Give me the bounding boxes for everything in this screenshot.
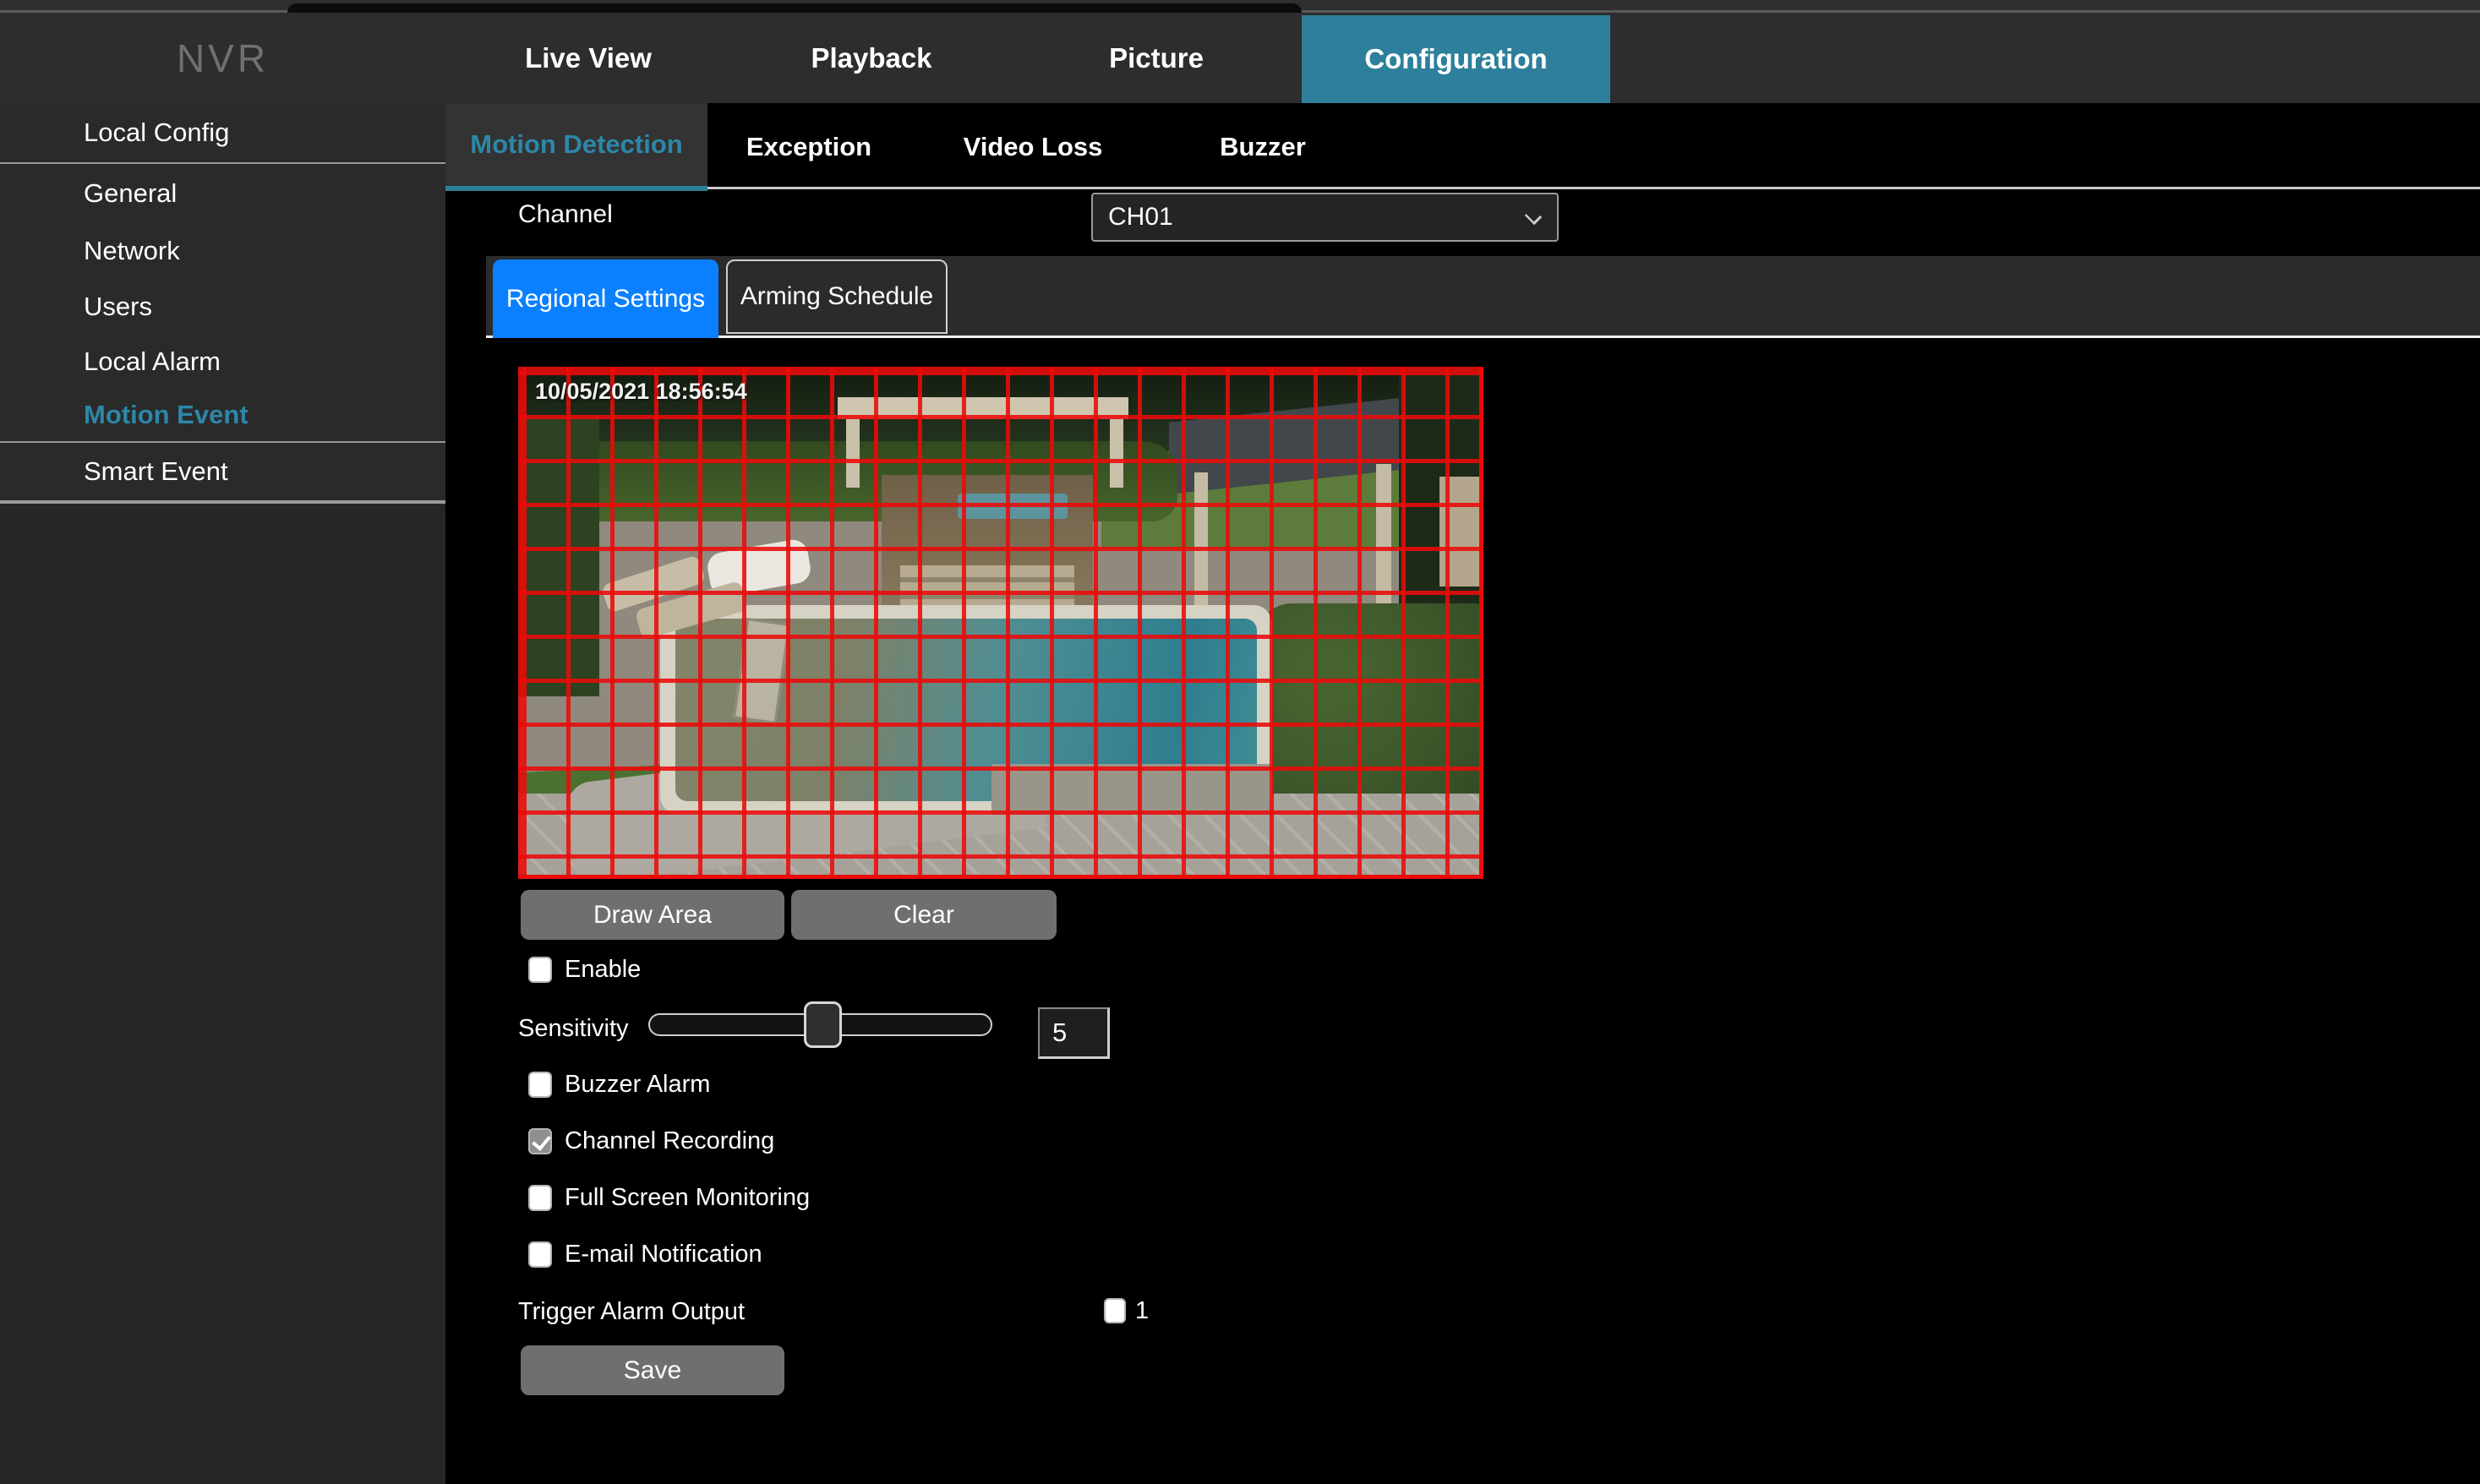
nvr-logo: NVR: [0, 13, 445, 103]
tab-video-loss[interactable]: Video Loss: [910, 103, 1155, 191]
save-button[interactable]: Save: [521, 1345, 784, 1395]
full-screen-monitoring-checkbox[interactable]: [528, 1185, 552, 1211]
trigger-output-1-label: 1: [1135, 1297, 1149, 1325]
sidebar-item-local-alarm[interactable]: Local Alarm: [0, 335, 445, 389]
sidebar-item-network[interactable]: Network: [0, 223, 445, 279]
full-screen-monitoring-label: Full Screen Monitoring: [565, 1184, 810, 1212]
channel-recording-label: Channel Recording: [565, 1127, 774, 1155]
clear-button[interactable]: Clear: [791, 890, 1057, 940]
sensitivity-slider-thumb[interactable]: [804, 1001, 842, 1048]
motion-grid-overlay[interactable]: [518, 367, 1483, 879]
sidebar-item-motion-event[interactable]: Motion Event: [0, 389, 445, 443]
nav-tab-playback[interactable]: Playback: [757, 13, 986, 103]
channel-recording-checkbox[interactable]: [528, 1128, 552, 1154]
buzzer-alarm-label: Buzzer Alarm: [565, 1071, 710, 1099]
chevron-down-icon: [1525, 208, 1542, 225]
tab-buzzer[interactable]: Buzzer: [1155, 103, 1370, 191]
trigger-alarm-output-label: Trigger Alarm Output: [518, 1298, 745, 1326]
enable-label: Enable: [565, 956, 641, 984]
browser-tab-inset: [287, 3, 1302, 13]
draw-area-button[interactable]: Draw Area: [521, 890, 784, 940]
page: NVR Live View Playback Picture Configura…: [0, 0, 2480, 1484]
enable-checkbox[interactable]: [528, 957, 552, 983]
buzzer-alarm-checkbox[interactable]: [528, 1072, 552, 1098]
sidebar-item-local-config-sub[interactable]: Local Config: [0, 103, 445, 164]
tab-arming-schedule[interactable]: Arming Schedule: [726, 259, 948, 334]
email-notification-checkbox[interactable]: [528, 1241, 552, 1268]
region-tabstrip: Regional Settings Arming Schedule: [486, 256, 2480, 338]
channel-select-value: CH01: [1108, 203, 1173, 232]
video-preview: 10/05/2021 18:56:54: [518, 367, 1483, 879]
sensitivity-label: Sensitivity: [518, 1015, 629, 1043]
email-notification-label: E-mail Notification: [565, 1241, 762, 1268]
channel-select[interactable]: CH01: [1091, 193, 1559, 242]
nav-tab-live-view[interactable]: Live View: [470, 13, 707, 103]
nav-tab-picture[interactable]: Picture: [1046, 13, 1266, 103]
main-content: Motion Detection Exception Video Loss Bu…: [445, 103, 2480, 1484]
trigger-output-1-checkbox[interactable]: [1104, 1298, 1126, 1323]
video-timestamp: 10/05/2021 18:56:54: [535, 379, 747, 405]
channel-label: Channel: [518, 200, 613, 229]
tab-motion-detection[interactable]: Motion Detection: [445, 103, 707, 191]
subnav: Motion Detection Exception Video Loss Bu…: [445, 103, 2480, 191]
sidebar-item-general[interactable]: General: [0, 164, 445, 223]
sensitivity-value-input[interactable]: 5: [1038, 1007, 1110, 1059]
sidebar: Local Config Local Config Channel Storag…: [0, 103, 445, 1484]
main-nav: NVR Live View Playback Picture Configura…: [0, 13, 2480, 103]
tab-exception[interactable]: Exception: [707, 103, 910, 191]
browser-strip: [0, 0, 2480, 13]
sidebar-filler: [0, 502, 445, 1021]
sidebar-item-smart-event[interactable]: Smart Event: [0, 443, 445, 502]
tab-regional-settings[interactable]: Regional Settings: [493, 259, 718, 338]
sidebar-item-users[interactable]: Users: [0, 279, 445, 335]
subnav-underline: [707, 187, 2480, 189]
nav-tab-configuration[interactable]: Configuration: [1302, 15, 1610, 103]
